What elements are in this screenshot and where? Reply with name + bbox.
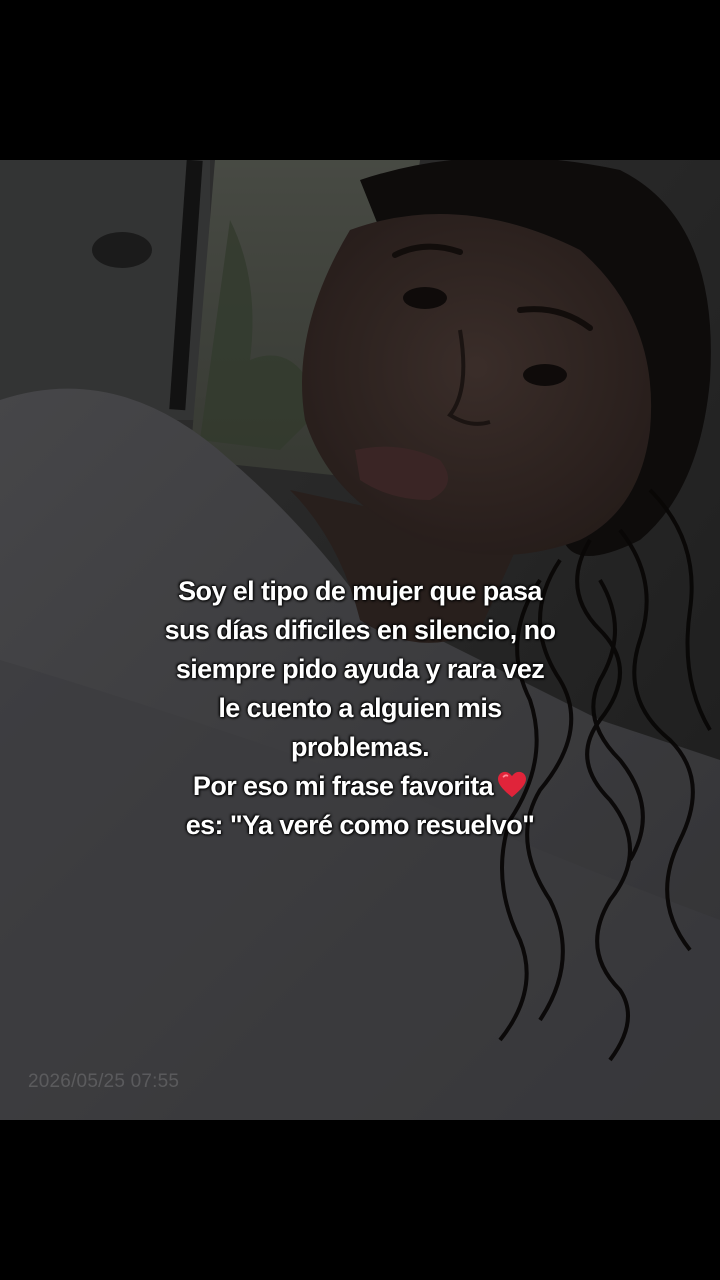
caption-line-1: Soy el tipo de mujer que pasa xyxy=(178,576,542,606)
caption-line-4: le cuento a alguien mis xyxy=(218,693,502,723)
caption-text: Soy el tipo de mujer que pasa sus días d… xyxy=(110,572,610,845)
video-frame[interactable]: Soy el tipo de mujer que pasa sus días d… xyxy=(0,0,720,1280)
letterbox-top xyxy=(0,0,720,160)
caption-line-6: Por eso mi frase favorita xyxy=(192,771,494,801)
caption-line-7: es: "Ya veré como resuelvo" xyxy=(185,810,535,840)
photo-timestamp: 2026/05/25 07:55 xyxy=(28,1071,180,1092)
heart-icon xyxy=(498,771,527,798)
caption-line-6-wrap: Por eso mi frase favorita xyxy=(110,767,610,806)
letterbox-bottom xyxy=(0,1120,720,1280)
caption-line-3: siempre pido ayuda y rara vez xyxy=(175,654,545,684)
caption-line-2: sus días dificiles en silencio, no xyxy=(164,615,556,645)
caption-line-5: problemas. xyxy=(290,732,430,762)
